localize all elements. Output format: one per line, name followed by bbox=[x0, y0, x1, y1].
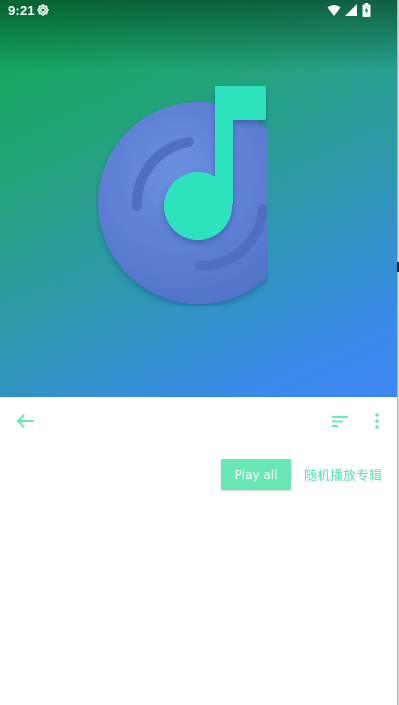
album-header: 9:21 bbox=[0, 0, 397, 397]
sort-icon bbox=[332, 416, 348, 427]
wifi-icon bbox=[327, 5, 341, 16]
play-all-button[interactable]: Play all bbox=[221, 459, 291, 490]
status-icons bbox=[327, 3, 375, 17]
signal-icon bbox=[345, 4, 357, 16]
album-screen: 9:21 Play all 随机播放专辑 bbox=[0, 0, 397, 705]
back-button[interactable] bbox=[11, 407, 39, 435]
album-toolbar bbox=[0, 397, 397, 445]
shuffle-album-button[interactable]: 随机播放专辑 bbox=[304, 465, 382, 485]
status-time: 9:21 bbox=[8, 3, 35, 18]
more-options-button[interactable] bbox=[363, 407, 391, 435]
music-disc-note-icon bbox=[98, 86, 268, 304]
sort-button[interactable] bbox=[326, 407, 354, 435]
battery-charging-icon bbox=[362, 3, 371, 17]
status-bar: 9:21 bbox=[0, 0, 397, 22]
gear-icon bbox=[36, 3, 50, 17]
arrow-left-icon bbox=[16, 414, 34, 428]
more-vertical-icon bbox=[375, 413, 379, 429]
